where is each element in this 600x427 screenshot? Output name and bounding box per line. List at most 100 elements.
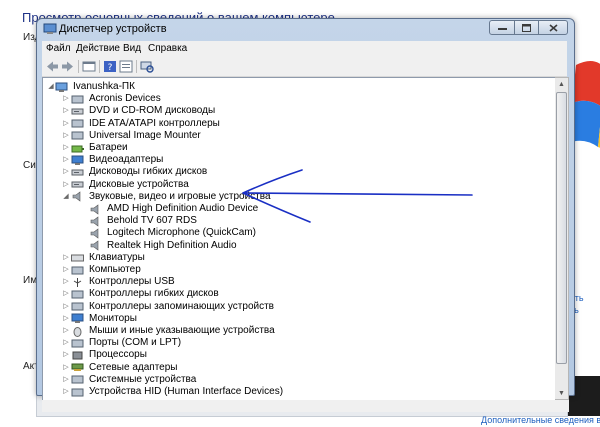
tree-category[interactable]: ▷ Мыши и иные указывающие устройства xyxy=(63,325,275,337)
minimize-button[interactable] xyxy=(489,20,515,35)
tree-category[interactable]: ▷ Системные устройства xyxy=(63,374,196,386)
scroll-down-icon[interactable]: ▼ xyxy=(558,390,565,397)
window-title: Диспетчер устройств xyxy=(59,23,167,35)
computer-icon xyxy=(71,266,84,274)
title-bar[interactable]: Диспетчер устройств xyxy=(37,19,574,40)
expand-arrow-icon[interactable]: ▷ xyxy=(62,266,70,274)
expand-arrow-icon[interactable]: ▷ xyxy=(62,181,70,189)
expand-arrow-icon[interactable]: ▷ xyxy=(62,168,70,176)
expand-arrow-icon[interactable]: ▷ xyxy=(62,107,70,115)
tree-item-label: Дисководы гибких дисков xyxy=(89,166,208,178)
dvd-icon xyxy=(71,108,84,115)
tree-item-label: Дисковые устройства xyxy=(89,178,189,190)
tree-device[interactable]: Realtek High Definition Audio xyxy=(89,240,237,252)
toolbar-separator xyxy=(78,60,79,73)
expand-arrow-icon[interactable]: ▷ xyxy=(62,144,70,152)
close-button[interactable] xyxy=(538,20,568,35)
tree-item-label: Сетевые адаптеры xyxy=(89,361,178,373)
status-bar xyxy=(42,400,569,412)
tree-category[interactable]: ▷ Клавиатуры xyxy=(63,252,145,264)
tree-category[interactable]: ▷ Порты (COM и LPT) xyxy=(63,337,181,349)
tree-category[interactable]: ▷ Контроллеры запоминающих устройств xyxy=(63,300,274,313)
expand-arrow-icon[interactable]: ▷ xyxy=(62,351,70,359)
tree-category[interactable]: ▷ Сетевые адаптеры xyxy=(63,361,178,374)
tree-category[interactable]: ◢ Звуковые, видео и игровые устройства xyxy=(63,191,271,203)
tree-category[interactable]: ▷ Видеоадаптеры xyxy=(63,154,163,166)
tree-item-label: Мониторы xyxy=(89,312,137,324)
tree-item-label: Контроллеры запоминающих устройств xyxy=(89,300,274,312)
tree-category[interactable]: ▷ Устройства HID (Human Interface Devices… xyxy=(63,386,283,398)
scroll-up-icon[interactable]: ▲ xyxy=(558,81,565,88)
minimize-icon xyxy=(497,28,507,30)
expand-arrow-icon[interactable]: ▷ xyxy=(62,339,70,347)
toolbar-separator xyxy=(136,60,137,73)
tree-category[interactable]: ▷ Дисководы гибких дисков xyxy=(63,166,208,178)
expand-arrow-icon[interactable]: ▷ xyxy=(62,278,70,286)
expand-arrow-icon[interactable]: ▷ xyxy=(62,364,70,372)
restore-icon xyxy=(522,23,531,32)
tree-device[interactable]: AMD High Definition Audio Device xyxy=(89,203,258,215)
expand-arrow-icon[interactable]: ▷ xyxy=(62,120,70,128)
expand-arrow-icon[interactable]: ▷ xyxy=(62,327,70,335)
menu-action[interactable]: Действие xyxy=(76,43,120,54)
vertical-scrollbar[interactable]: ▲ ▼ xyxy=(555,77,569,400)
mouse-icon xyxy=(73,326,82,337)
tree-category[interactable]: ▷ IDE ATA/ATAPI контроллеры xyxy=(63,117,220,130)
menu-file[interactable]: Файл xyxy=(46,43,71,54)
tree-item-label: Universal Image Mounter xyxy=(89,129,201,141)
tree-device[interactable]: Logitech Microphone (QuickCam) xyxy=(89,227,256,239)
expand-arrow-icon[interactable]: ▷ xyxy=(62,132,70,140)
monitor-icon xyxy=(71,313,84,324)
tree-category[interactable]: ▷ Компьютер xyxy=(63,264,140,276)
maximize-button[interactable] xyxy=(514,20,539,35)
tree-item-label: Процессоры xyxy=(89,349,147,361)
tree-item-label: Ivanushka-ПК xyxy=(73,81,135,92)
expand-arrow-icon[interactable]: ▷ xyxy=(62,254,70,262)
tree-item-label: IDE ATA/ATAPI контроллеры xyxy=(89,117,220,129)
tree-item-label: Батареи xyxy=(89,142,128,153)
expand-arrow-icon[interactable]: ▷ xyxy=(62,156,70,164)
scrollbar-thumb[interactable] xyxy=(556,92,567,364)
tree-category[interactable]: ▷ Контроллеры USB xyxy=(63,276,174,288)
menu-help[interactable]: Справка xyxy=(148,43,187,54)
expand-arrow-icon[interactable]: ▷ xyxy=(62,315,70,323)
tree-item-label: Realtek High Definition Audio xyxy=(107,239,237,251)
close-icon xyxy=(548,23,558,32)
device-manager-window: Диспетчер устройств Файл Действие Вид Сп… xyxy=(36,18,575,412)
background-bottom-link[interactable]: Дополнительные сведения в сети xyxy=(481,415,600,425)
collapse-arrow-icon[interactable]: ◢ xyxy=(47,83,55,91)
tree-root[interactable]: ◢ Ivanushka-ПК xyxy=(48,81,135,93)
expand-arrow-icon[interactable]: ▷ xyxy=(62,388,70,396)
processor-icon xyxy=(72,351,83,360)
tree-category[interactable]: ▷ Контроллеры гибких дисков xyxy=(63,288,219,300)
hid-icon xyxy=(71,388,84,396)
tree-category[interactable]: ▷ Universal Image Mounter xyxy=(63,129,201,142)
menu-bar: Файл Действие Вид Справка xyxy=(42,41,567,58)
expand-arrow-icon[interactable]: ▷ xyxy=(62,290,70,298)
collapse-arrow-icon[interactable]: ◢ xyxy=(62,193,70,201)
tree-category[interactable]: ▷ Дисковые устройства xyxy=(63,178,189,191)
speaker-icon xyxy=(72,191,81,202)
tree-category[interactable]: ▷ Мониторы xyxy=(63,312,137,325)
forward-icon[interactable] xyxy=(61,60,75,73)
tree-category[interactable]: ▷ DVD и CD-ROM дисководы xyxy=(63,105,216,117)
tree-device[interactable]: Behold TV 607 RDS xyxy=(89,215,197,227)
expand-arrow-icon[interactable]: ▷ xyxy=(62,376,70,384)
battery-icon xyxy=(71,145,84,152)
menu-view[interactable]: Вид xyxy=(123,43,141,54)
show-hide-icon[interactable] xyxy=(82,60,96,73)
tree-category[interactable]: ▷ Acronis Devices xyxy=(63,93,160,105)
tree-item-label: Контроллеры гибких дисков xyxy=(89,288,219,300)
scan-hardware-icon[interactable] xyxy=(140,60,154,73)
disk-drive-icon xyxy=(71,181,84,188)
tree-category[interactable]: ▷ Процессоры xyxy=(63,349,147,361)
expand-arrow-icon[interactable]: ▷ xyxy=(62,95,70,103)
properties-icon[interactable] xyxy=(119,60,133,73)
tree-item-label: DVD и CD-ROM дисководы xyxy=(89,105,216,117)
tree-category[interactable]: ▷ Батареи xyxy=(63,142,128,154)
storage-controller-icon xyxy=(71,302,84,311)
back-icon[interactable] xyxy=(45,60,59,73)
help-icon[interactable]: ? xyxy=(103,60,117,73)
device-icon xyxy=(71,95,84,104)
expand-arrow-icon[interactable]: ▷ xyxy=(62,303,70,311)
